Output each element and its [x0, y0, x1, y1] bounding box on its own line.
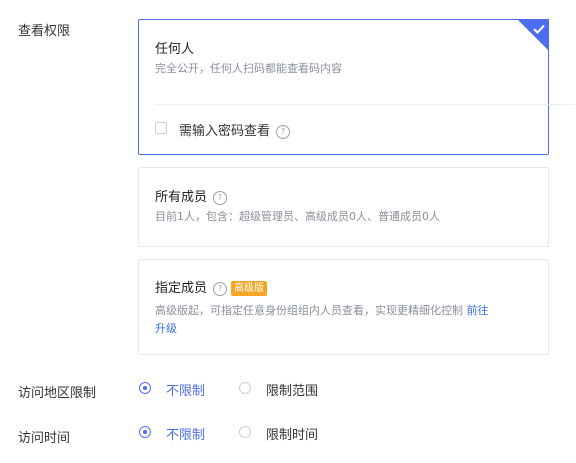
option-description: 目前1人，包含：超级管理员、高级成员0人、普通成员0人	[155, 210, 440, 223]
option-title-row: 指定成员? 高级版	[155, 277, 268, 296]
option-description: 完全公开，任何人扫码都能查看码内容	[155, 62, 342, 75]
permission-option-all-members[interactable]: 所有成员? 目前1人，包含：超级管理员、高级成员0人、普通成员0人	[138, 167, 549, 247]
option-title: 指定成员	[155, 281, 208, 296]
region-limit-range-label[interactable]: 限制范围	[266, 380, 318, 399]
permission-option-specified-members[interactable]: 指定成员? 高级版 高级版起，可指定任意身份组组内人员查看，实现更精细化控制 前往…	[138, 259, 549, 355]
time-no-limit-radio[interactable]	[139, 426, 151, 438]
time-limit-label: 访问时间	[18, 431, 71, 446]
option-title: 任何人	[155, 42, 195, 57]
time-limit-range-label[interactable]: 限制时间	[266, 424, 318, 443]
option-title: 所有成员	[155, 190, 208, 205]
password-checkbox-row: 需输入密码查看?	[179, 120, 291, 139]
upgrade-link-continued[interactable]: 升级	[155, 322, 177, 335]
option-description-block: 高级版起，可指定任意身份组组内人员查看，实现更精细化控制 前往 升级	[155, 302, 535, 338]
premium-badge: 高级版	[231, 281, 268, 296]
question-circle-icon[interactable]: ?	[213, 190, 228, 205]
question-circle-icon[interactable]: ?	[213, 281, 228, 296]
option-title-row: 所有成员?	[155, 186, 228, 205]
password-checkbox-label: 需输入密码查看	[179, 124, 271, 139]
region-no-limit-label[interactable]: 不限制	[166, 380, 205, 399]
permission-option-anyone[interactable]: 任何人 完全公开，任何人扫码都能查看码内容 需输入密码查看?	[138, 19, 575, 155]
time-no-limit-label[interactable]: 不限制	[166, 424, 205, 443]
upgrade-link[interactable]: 前往	[467, 304, 489, 317]
divider	[155, 104, 575, 105]
region-limit-range-radio[interactable]	[239, 382, 251, 394]
question-circle-icon[interactable]: ?	[276, 124, 291, 139]
region-limit-label: 访问地区限制	[18, 386, 97, 401]
region-no-limit-radio[interactable]	[139, 382, 151, 394]
view-permission-label: 查看权限	[18, 24, 71, 39]
option-description: 高级版起，可指定任意身份组组内人员查看，实现更精细化控制	[155, 304, 463, 317]
password-checkbox[interactable]	[155, 122, 167, 134]
check-icon	[533, 24, 545, 34]
time-limit-range-radio[interactable]	[239, 426, 251, 438]
